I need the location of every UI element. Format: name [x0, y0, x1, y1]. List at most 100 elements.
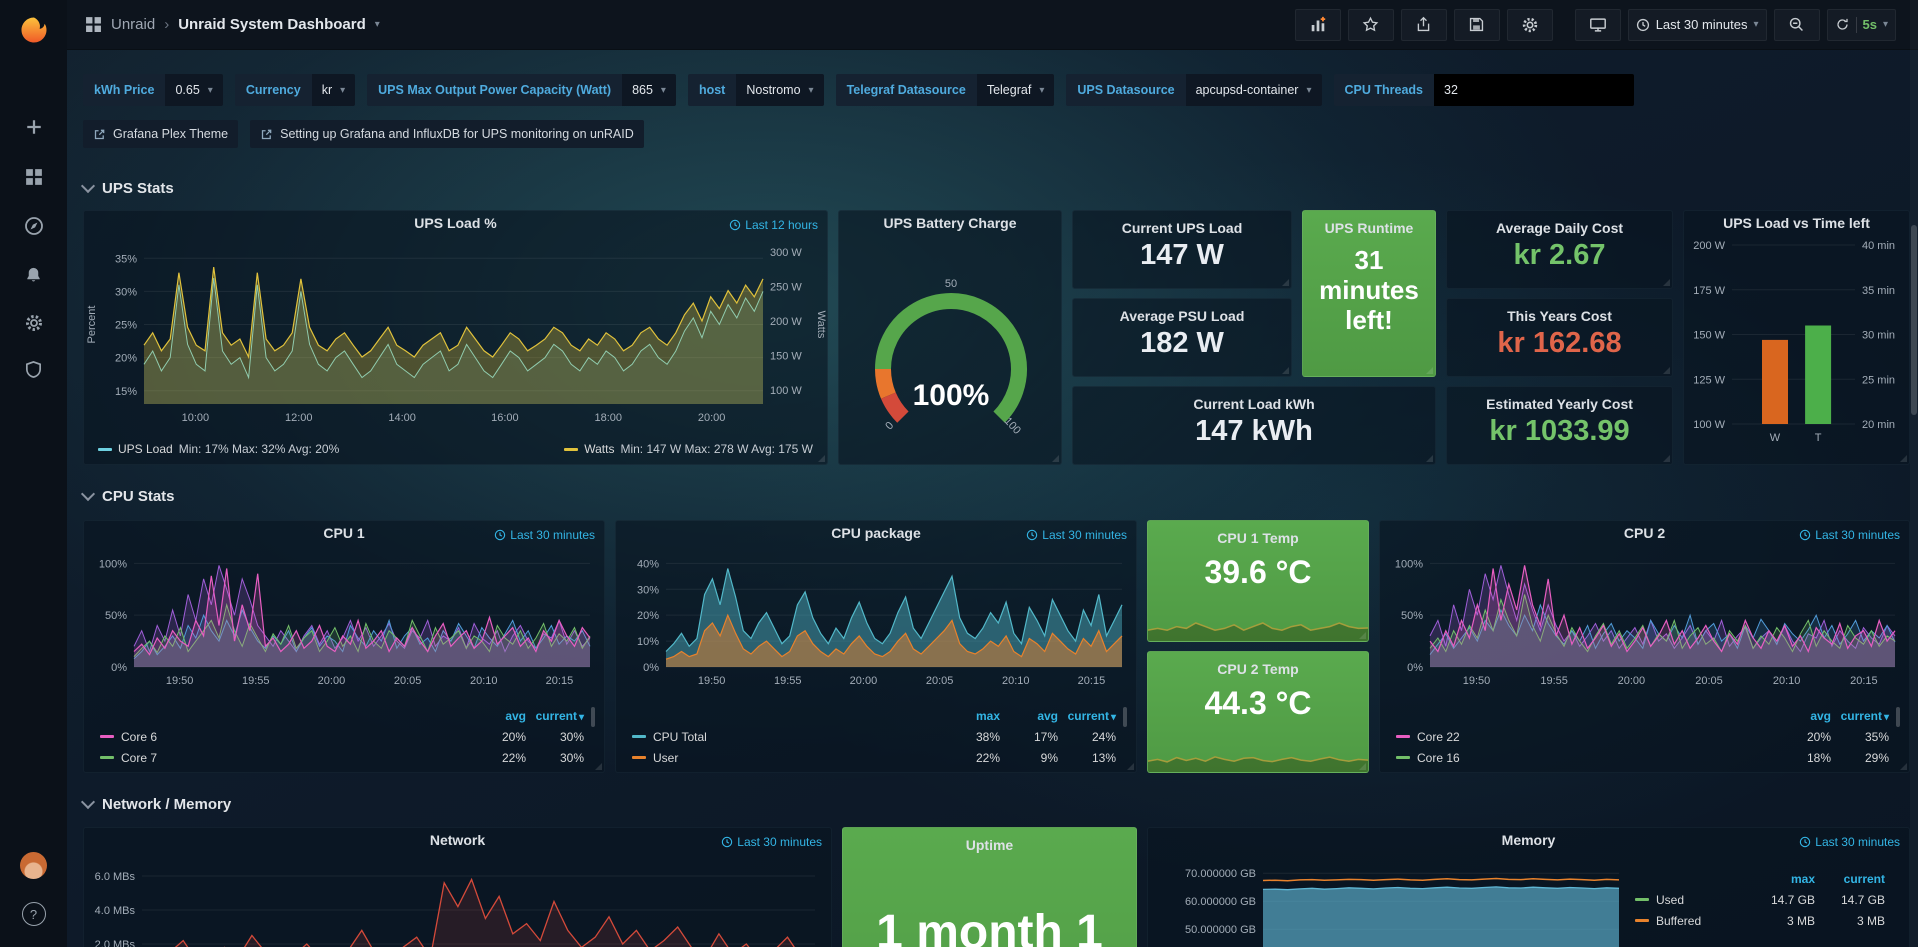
legend-series-toggle[interactable]: Buffered: [1635, 914, 1745, 928]
legend-sort-avg[interactable]: avg: [468, 709, 526, 723]
panel-title[interactable]: Current Load kWh: [1073, 396, 1435, 412]
panel-title[interactable]: Estimated Yearly Cost: [1447, 396, 1672, 412]
legend-header: max avg current▾: [632, 705, 1116, 726]
panel-time-range[interactable]: Last 30 minutes: [494, 528, 595, 542]
dashboards-grid-icon[interactable]: [85, 16, 102, 33]
alerting-bell-icon[interactable]: [0, 255, 67, 295]
legend-series-toggle[interactable]: Used: [1635, 893, 1745, 907]
panel-title[interactable]: UPS Load vs Time left: [1684, 215, 1909, 231]
svg-text:40%: 40%: [637, 558, 659, 570]
variable-value-dropdown[interactable]: kr▾: [312, 74, 355, 106]
svg-text:12:00: 12:00: [285, 412, 313, 424]
save-button[interactable]: [1454, 9, 1500, 41]
sort-caret-icon: ▾: [1884, 712, 1889, 723]
section-ups-stats[interactable]: UPS Stats: [83, 177, 174, 199]
panel-title[interactable]: Uptime: [843, 837, 1136, 853]
panel-title[interactable]: Network: [84, 832, 831, 848]
help-icon[interactable]: ?: [0, 894, 67, 934]
variable-currency: Currency kr▾: [235, 74, 355, 106]
explore-compass-icon[interactable]: [0, 206, 67, 246]
variable-value-dropdown[interactable]: apcupsd-container▾: [1186, 74, 1322, 106]
refresh-interval-label[interactable]: 5s: [1863, 17, 1877, 32]
section-cpu-stats[interactable]: CPU Stats: [83, 485, 175, 507]
link-grafana-plex-theme[interactable]: Grafana Plex Theme: [83, 120, 238, 148]
section-network-memory[interactable]: Network / Memory: [83, 793, 231, 815]
add-panel-button[interactable]: [1295, 9, 1341, 41]
variable-value-dropdown[interactable]: 865▾: [622, 74, 676, 106]
refresh-icon[interactable]: [1835, 17, 1850, 32]
svg-text:20:00: 20:00: [318, 675, 346, 687]
panel-title[interactable]: CPU 1 Temp: [1148, 530, 1368, 546]
panel-title[interactable]: CPU 2 Temp: [1148, 661, 1368, 677]
legend-sort-avg[interactable]: avg: [1773, 709, 1831, 723]
legend-scrollbar[interactable]: [591, 707, 595, 727]
grafana-logo[interactable]: [0, 10, 67, 50]
time-range-picker[interactable]: Last 30 minutes ▾: [1628, 9, 1767, 41]
panel-memory: Memory Last 30 minutes 50.000000 GB60.00…: [1147, 827, 1910, 947]
svg-text:Watts: Watts: [815, 311, 827, 339]
chevron-down-icon[interactable]: ▾: [375, 19, 380, 30]
panel-title[interactable]: Memory: [1148, 832, 1909, 848]
panel-time-range[interactable]: Last 12 hours: [729, 218, 818, 232]
dashboard-title[interactable]: Unraid System Dashboard: [178, 16, 366, 33]
svg-text:0%: 0%: [643, 662, 659, 674]
panel-time-range[interactable]: Last 30 minutes: [1799, 835, 1900, 849]
legend-series-toggle[interactable]: Core 22: [1396, 730, 1773, 744]
legend-sort-max[interactable]: max: [942, 709, 1000, 723]
ups-load-chart[interactable]: 15%20%25%30%35%100 W150 W200 W250 W300 W…: [84, 211, 827, 464]
star-button[interactable]: [1348, 9, 1394, 41]
panel-title[interactable]: Average PSU Load: [1073, 308, 1291, 324]
panel-title[interactable]: Average Daily Cost: [1447, 220, 1672, 236]
dashboards-icon[interactable]: [0, 157, 67, 197]
panel-title[interactable]: This Years Cost: [1447, 308, 1672, 324]
legend-series-toggle[interactable]: CPU Total: [632, 730, 942, 744]
legend-sort-current[interactable]: current: [1815, 872, 1885, 886]
legend-sort-avg[interactable]: avg: [1000, 709, 1058, 723]
variable-value-dropdown[interactable]: 0.65▾: [165, 74, 222, 106]
legend-series-toggle[interactable]: User: [632, 751, 942, 765]
legend-sort-current[interactable]: current▾: [1058, 709, 1116, 723]
dashboard-settings-gear-icon[interactable]: [1507, 9, 1553, 41]
share-button[interactable]: [1401, 9, 1447, 41]
legend-sort-current[interactable]: current▾: [526, 709, 584, 723]
panel-title[interactable]: UPS Battery Charge: [839, 215, 1061, 231]
variable-value-dropdown[interactable]: Nostromo▾: [736, 74, 823, 106]
legend-sort-max[interactable]: max: [1745, 872, 1815, 886]
legend: UPS Load Min: 17% Max: 32% Avg: 20% Watt…: [98, 442, 813, 456]
panel-estimated-yearly-cost: Estimated Yearly Cost kr 1033.99: [1446, 386, 1673, 465]
panel-title[interactable]: UPS Runtime: [1303, 220, 1435, 236]
refresh-picker[interactable]: 5s ▾: [1827, 9, 1897, 41]
panel-time-range[interactable]: Last 30 minutes: [721, 835, 822, 849]
legend-series-toggle[interactable]: Watts Min: 147 W Max: 278 W Avg: 175 W: [564, 442, 813, 456]
legend-scrollbar[interactable]: [1123, 707, 1127, 727]
time-range-label: Last 30 minutes: [1656, 17, 1748, 32]
legend-scrollbar[interactable]: [1896, 707, 1900, 727]
navbar: Unraid › Unraid System Dashboard ▾: [67, 0, 1918, 50]
panel-title[interactable]: UPS Load %: [84, 215, 827, 231]
ups-vs-time-chart[interactable]: 100 W125 W150 W175 W200 W20 min25 min30 …: [1684, 211, 1909, 464]
clock-icon: [721, 836, 733, 848]
panel-title[interactable]: Current UPS Load: [1073, 220, 1291, 236]
legend-series-toggle[interactable]: Core 7: [100, 751, 468, 765]
breadcrumb-folder[interactable]: Unraid: [111, 16, 155, 33]
legend-series-toggle[interactable]: Core 16: [1396, 751, 1773, 765]
server-admin-shield-icon[interactable]: [0, 349, 67, 389]
add-icon[interactable]: [0, 107, 67, 147]
svg-text:T: T: [1815, 432, 1822, 444]
cycle-view-monitor-icon[interactable]: [1575, 9, 1621, 41]
cpu-threads-input[interactable]: 32: [1434, 74, 1634, 106]
user-avatar[interactable]: [0, 845, 67, 885]
scrollbar-thumb[interactable]: [1911, 225, 1917, 415]
panel-time-range[interactable]: Last 30 minutes: [1026, 528, 1127, 542]
zoom-out-button[interactable]: [1774, 9, 1820, 41]
svg-text:100%: 100%: [99, 558, 127, 570]
panel-cpu-1: CPU 1 Last 30 minutes 0%50%100%19:5019:5…: [83, 520, 605, 773]
configuration-gear-icon[interactable]: [0, 303, 67, 343]
variable-label: UPS Datasource: [1066, 74, 1185, 106]
variable-value-dropdown[interactable]: Telegraf▾: [977, 74, 1055, 106]
legend-sort-current[interactable]: current▾: [1831, 709, 1889, 723]
legend-series-toggle[interactable]: Core 6: [100, 730, 468, 744]
panel-time-range[interactable]: Last 30 minutes: [1799, 528, 1900, 542]
legend-series-toggle[interactable]: UPS Load Min: 17% Max: 32% Avg: 20%: [98, 442, 339, 456]
link-ups-monitoring-guide[interactable]: Setting up Grafana and InfluxDB for UPS …: [250, 120, 644, 148]
